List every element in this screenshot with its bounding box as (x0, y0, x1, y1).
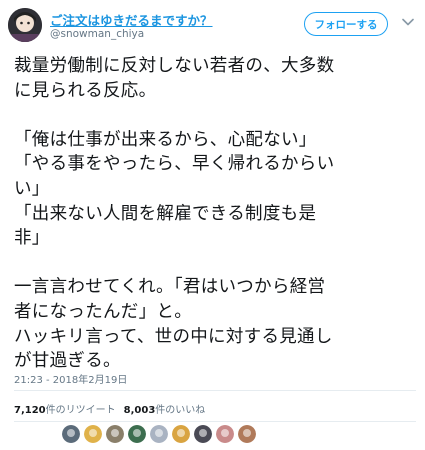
likes-count: 8,003 (123, 405, 156, 416)
liker-avatar-8[interactable] (216, 425, 234, 443)
tweet-text-line: 一言言わせてくれ。「君はいつから経営 (14, 277, 326, 298)
divider (14, 390, 416, 391)
tweet-stats: 7,120件のリツイート 8,003件のいいね (14, 401, 205, 416)
tweet-text-line: 者になったんだ」と。 (14, 301, 192, 322)
likes-stat[interactable]: 8,003件のいいね (124, 405, 206, 416)
liker-avatar-6[interactable] (172, 425, 190, 443)
likes-label: 件のいいね (155, 405, 206, 416)
tweet-timestamp[interactable]: 21:23 - 2018年2月19日 (14, 371, 127, 386)
screen-name[interactable]: @snowman_chiya (50, 28, 144, 40)
tweet-text-line: 「やる事をやったら、早く帰れるからい (14, 154, 335, 175)
display-name[interactable]: ご注文はゆきだるまですか？ (50, 10, 213, 29)
liker-avatar-5[interactable] (150, 425, 168, 443)
liker-avatar-2[interactable] (84, 425, 102, 443)
liker-avatars (62, 425, 256, 443)
user-avatar[interactable] (8, 8, 42, 42)
liker-avatar-1[interactable] (62, 425, 80, 443)
tweet-text-line: い」 (14, 178, 50, 199)
tweet-text-line: 「出来ない人間を解雇できる制度も是 (14, 203, 317, 224)
tweet-text-line: 裁量労働制に反対しない若者の、大多数 (14, 56, 335, 76)
liker-avatar-9[interactable] (238, 425, 256, 443)
retweets-stat[interactable]: 7,120件のリツイート (14, 405, 116, 416)
tweet-card: ご注文はゆきだるまですか？ @snowman_chiya フォローする 裁量労働… (0, 0, 425, 450)
retweets-count: 7,120 (14, 405, 46, 416)
liker-avatar-4[interactable] (128, 425, 146, 443)
tweet-text-line: ハッキリ言って、世の中に対する見通し (14, 326, 333, 347)
divider (14, 421, 416, 422)
follow-button[interactable]: フォローする (304, 12, 388, 36)
liker-avatar-3[interactable] (106, 425, 124, 443)
chevron-down-icon[interactable] (400, 14, 416, 30)
tweet-text-line: に見られる反応。 (14, 80, 157, 101)
retweets-label: 件のリツイート (45, 405, 116, 416)
tweet-text: 裁量労働制に反対しない若者の、大多数 に見られる反応。 「俺は仕事が出来るから、… (14, 54, 416, 374)
tweet-text-line: 非」 (14, 228, 50, 249)
tweet-text-line: 「俺は仕事が出来るから、心配ない」 (14, 129, 317, 150)
liker-avatar-7[interactable] (194, 425, 212, 443)
